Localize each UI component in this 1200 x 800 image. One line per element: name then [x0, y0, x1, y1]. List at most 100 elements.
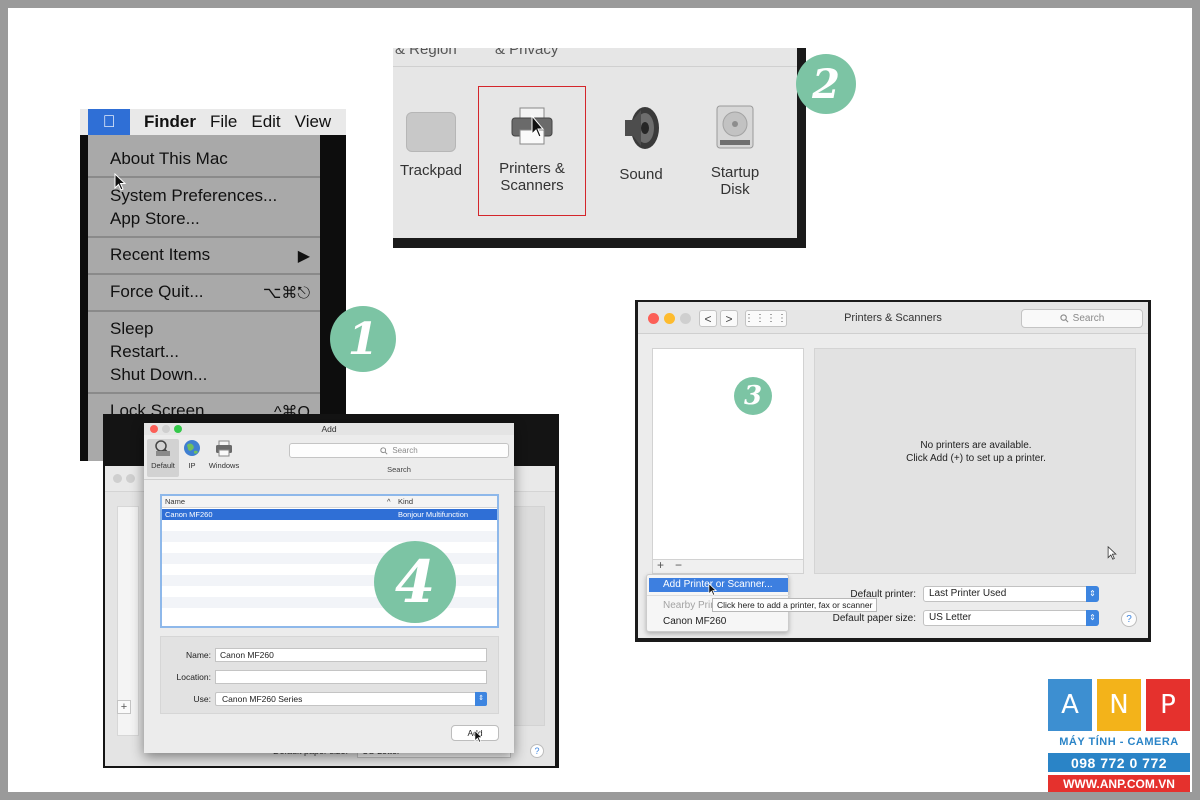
list-controls: + − [652, 558, 804, 574]
mouse-pointer-icon [114, 173, 126, 191]
search-icon [1060, 314, 1069, 323]
use-driver-select[interactable]: Canon MF260 Series ⇕ [215, 692, 487, 706]
add-printer-tooltip: Click here to add a printer, fax or scan… [712, 598, 878, 612]
step-badge-2: 2 [796, 54, 856, 114]
pref-language-region-label: & Region [395, 48, 457, 58]
help-button[interactable]: ? [1121, 611, 1137, 627]
no-printers-message: No printers are available. Click Add (+)… [815, 439, 1137, 465]
dialog-title: Add [321, 424, 337, 434]
logo-letter-a: A [1048, 679, 1092, 731]
close-button[interactable] [113, 474, 122, 483]
default-printer-value: Last Printer Used [929, 588, 1007, 599]
default-printer-select[interactable]: Last Printer Used ⇕ [923, 586, 1099, 602]
pref-trackpad[interactable]: Trackpad [393, 112, 469, 179]
menu-item-restart[interactable]: Restart... [110, 342, 179, 362]
add-printer-or-scanner-item[interactable]: Add Printer or Scanner... [649, 578, 788, 592]
toolbar-ip-label: IP [188, 461, 196, 470]
submenu-arrow-icon: ▶ [297, 248, 310, 265]
nearby-printer-canon[interactable]: Canon MF260 [663, 616, 726, 627]
system-preferences-screenshot: & Region & Privacy Trackpad Printers & S… [393, 48, 806, 248]
printers-scanners-window-screenshot: < > ⋮⋮⋮⋮ Printers & Scanners Search + − [635, 300, 1151, 642]
toolbar-windows[interactable]: Windows [206, 439, 242, 477]
menu-item-recent-items[interactable]: Recent Items [110, 245, 210, 265]
menu-bar:  Finder File Edit View [80, 109, 346, 135]
preferences-pane: & Region & Privacy Trackpad Printers & S… [393, 48, 797, 238]
dropdown-separator [647, 595, 790, 596]
apple-icon[interactable]:  [88, 109, 130, 135]
menubar-edit[interactable]: Edit [251, 112, 280, 132]
logo-letter-n: N [1097, 679, 1141, 731]
menu-item-sleep[interactable]: Sleep [110, 319, 153, 339]
printers-scanners-window: < > ⋮⋮⋮⋮ Printers & Scanners Search + − [638, 302, 1148, 638]
menu-item-system-preferences[interactable]: System Preferences... [110, 186, 277, 206]
menu-item-force-quit[interactable]: Force Quit... [110, 282, 204, 302]
step-badge-1: 1 [330, 306, 396, 372]
table-header: Name ^ Kind [162, 496, 497, 508]
pref-sound-label: Sound [619, 166, 663, 183]
select-chevron-icon: ⇕ [475, 692, 487, 706]
search-placeholder: Search [1072, 313, 1105, 324]
menubar-file[interactable]: File [210, 112, 237, 132]
menu-separator [88, 236, 320, 238]
search-field[interactable]: Search [1021, 309, 1143, 328]
step-badge-3: 3 [734, 377, 772, 415]
window-titlebar: < > ⋮⋮⋮⋮ Printers & Scanners Search [638, 302, 1148, 334]
toolbar-ip[interactable]: IP [181, 439, 203, 477]
add-printer-plus-button[interactable]: + [657, 558, 664, 572]
row-kind-cell: Bonjour Multifunction [398, 510, 469, 519]
menu-separator [88, 310, 320, 312]
toolbar-windows-label: Windows [208, 461, 240, 470]
menubar-finder[interactable]: Finder [144, 112, 196, 132]
add-printer-dialog-screenshot: + Default paper size: US Letter ? Add De… [103, 414, 559, 768]
logo-tagline: MÁY TÍNH - CAMERA [1059, 736, 1179, 748]
pref-trackpad-label: Trackpad [400, 162, 462, 179]
dialog-titlebar: Add [144, 423, 514, 435]
dialog-search-label: Search [387, 465, 411, 474]
menu-item-about-this-mac[interactable]: About This Mac [110, 149, 228, 169]
use-label: Use: [193, 694, 211, 704]
row-name-cell: Canon MF260 [165, 510, 213, 519]
force-quit-shortcut: ⌥⌘⎋ [262, 285, 310, 302]
menu-item-shut-down[interactable]: Shut Down... [110, 365, 207, 385]
paper-size-select[interactable]: US Letter ⇕ [923, 610, 1099, 626]
pref-security-privacy-label: & Privacy [495, 48, 559, 58]
step-badge-4: 4 [374, 541, 456, 623]
location-label: Location: [176, 672, 212, 682]
sort-arrow-icon: ^ [387, 497, 391, 506]
menubar-view[interactable]: View [295, 112, 332, 132]
table-row[interactable]: Canon MF260 Bonjour Multifunction [162, 509, 497, 520]
background-add-plus-button[interactable]: + [117, 700, 131, 714]
column-header-kind[interactable]: Kind [398, 497, 413, 506]
mouse-pointer-icon [474, 730, 483, 743]
pref-startup-disk[interactable]: Startup Disk [697, 104, 773, 198]
pref-sound[interactable]: Sound [605, 104, 677, 183]
minimize-button[interactable] [126, 474, 135, 483]
toolbar-divider [144, 479, 514, 480]
speaker-icon [625, 107, 659, 149]
dialog-search-field[interactable]: Search [289, 443, 509, 458]
search-icon [380, 446, 388, 455]
globe-icon [184, 440, 200, 456]
select-chevron-icon: ⇕ [1086, 586, 1099, 602]
preferences-top-row: & Region & Privacy [393, 48, 797, 66]
mouse-pointer-icon [708, 583, 717, 596]
pref-startup-label-line2: Disk [720, 181, 750, 198]
remove-printer-minus-button[interactable]: − [675, 558, 682, 572]
printer-list[interactable] [652, 348, 804, 560]
hard-disk-icon [716, 105, 754, 149]
printer-info-form: Name: Canon MF260 Location: Use: Canon M… [160, 636, 499, 714]
menu-separator [88, 392, 320, 394]
toolbar-default-label: Default [151, 461, 175, 470]
anp-logo: A N P MÁY TÍNH - CAMERA 098 772 0 772 WW… [1048, 679, 1190, 792]
background-help-button[interactable]: ? [530, 744, 544, 758]
toolbar-default[interactable]: Default [147, 439, 179, 477]
printer-detail-pane: No printers are available. Click Add (+)… [814, 348, 1136, 574]
name-field[interactable]: Canon MF260 [215, 648, 487, 662]
table-row [162, 531, 497, 542]
use-driver-value: Canon MF260 Series [222, 694, 303, 704]
menu-item-app-store[interactable]: App Store... [110, 209, 200, 229]
column-header-name[interactable]: Name [165, 497, 185, 506]
printers-highlight-box [478, 86, 586, 216]
location-field[interactable] [215, 670, 487, 684]
no-printers-line2: Click Add (+) to set up a printer. [906, 453, 1046, 464]
